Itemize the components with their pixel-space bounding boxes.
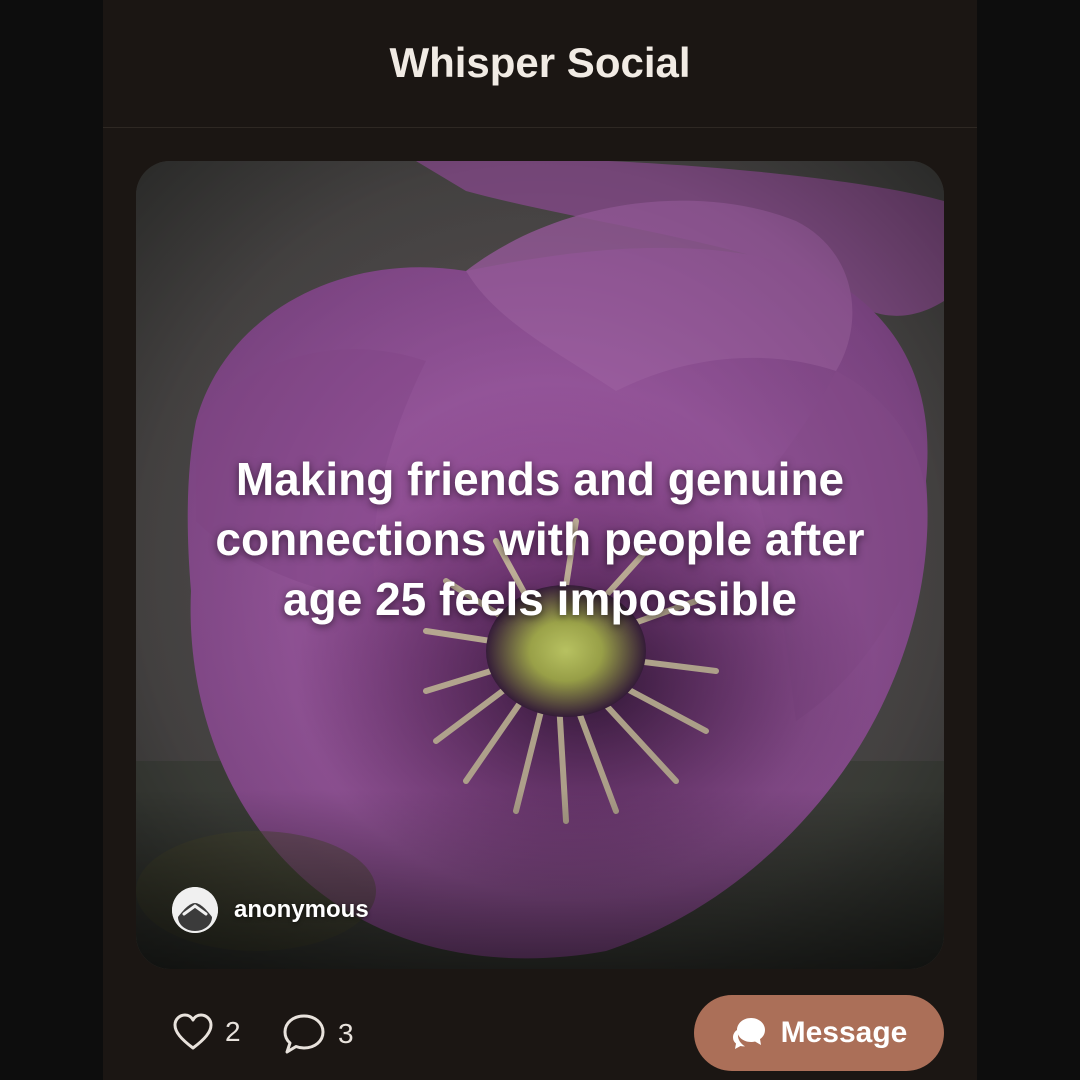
app-title: Whisper Social [389,38,691,86]
app-window: Whisper Social Making friends and genuin… [103,0,977,1080]
message-button-label: Message [780,1016,908,1049]
author-name: anonymous [234,896,369,923]
comment-bubble-icon [283,1014,325,1054]
like-button[interactable]: 2 [173,1013,241,1051]
image-bottom-gradient [136,789,944,969]
post-author[interactable]: anonymous [172,887,369,933]
heart-icon [173,1013,213,1050]
post-actions-bar: 2 3 Message [103,995,977,1071]
chat-bubbles-icon [732,1018,765,1049]
app-header: Whisper Social [103,0,977,128]
like-count: 2 [225,1016,241,1047]
anonymous-mask-icon [172,887,218,933]
message-button[interactable]: Message [694,995,944,1071]
post-text: Making friends and genuine connections w… [215,453,865,625]
post-card[interactable]: Making friends and genuine connections w… [136,161,944,969]
comment-button[interactable]: 3 [282,1013,354,1055]
comment-count: 3 [338,1018,354,1049]
